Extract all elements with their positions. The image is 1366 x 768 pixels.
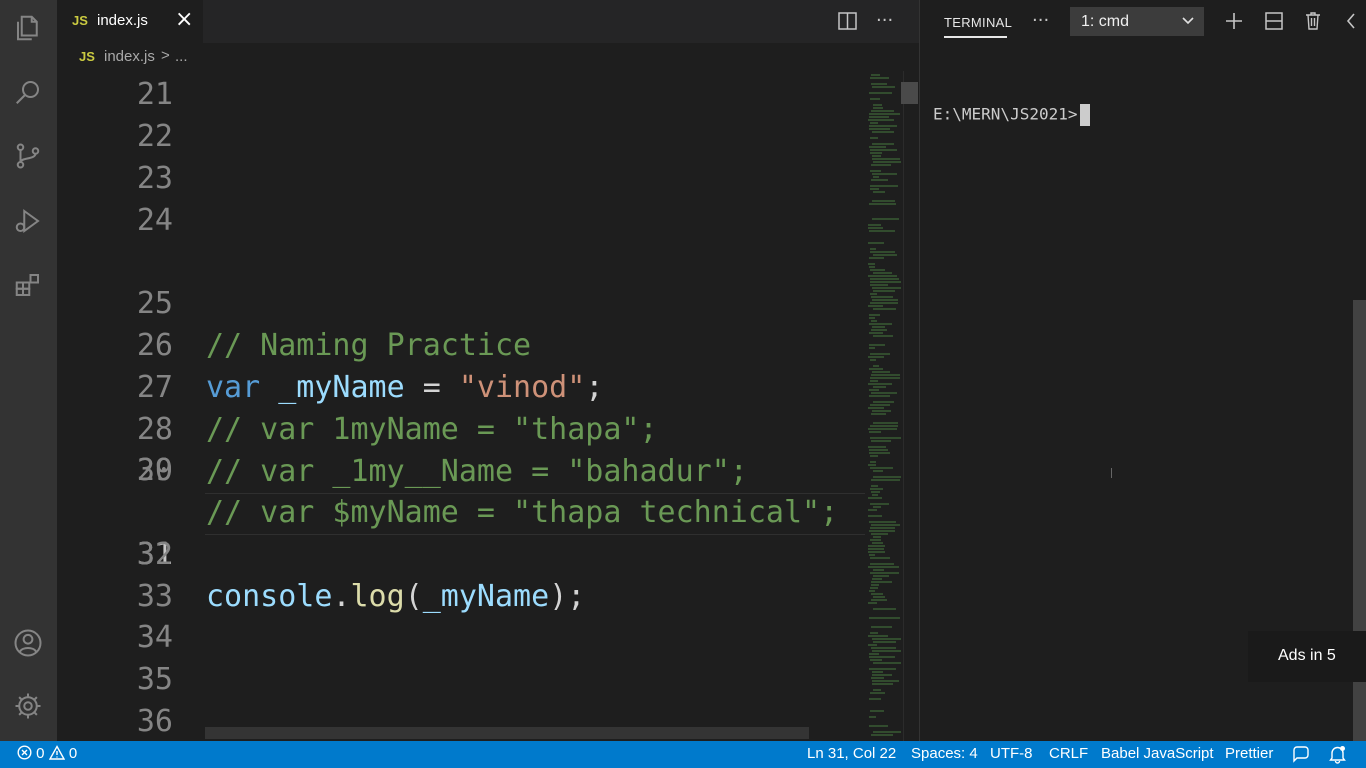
split-terminal-icon[interactable]: [1265, 12, 1283, 30]
code-line: 28 // var _1my__Name = "bahadur";: [57, 367, 865, 489]
ads-countdown: Ads in 5: [1248, 631, 1366, 682]
line-number: 32: [136, 537, 173, 572]
code-line: 32: [57, 534, 865, 576]
breadcrumb-separator: >: [161, 47, 170, 64]
code-line: 21: [57, 74, 865, 116]
breadcrumb: JS index.js > ...: [57, 43, 919, 71]
code-line: 22: [57, 116, 865, 158]
terminal-tab[interactable]: TERMINAL: [944, 15, 1012, 30]
code-line: 24: [57, 200, 865, 242]
line-number: 22: [136, 119, 173, 154]
minimap[interactable]: [865, 71, 903, 741]
breadcrumb-symbol[interactable]: ...: [175, 48, 188, 65]
code-line: 35: [57, 659, 865, 701]
code-line: 25 // Naming Practice: [57, 241, 865, 363]
line-number: 35: [136, 662, 173, 697]
formatter[interactable]: Prettier: [1225, 745, 1273, 762]
run-debug-icon[interactable]: [12, 205, 44, 237]
code-editor[interactable]: 21 22 23 24 25 // Naming Practice 26 var…: [57, 71, 865, 741]
end-of-line[interactable]: CRLF: [1049, 745, 1088, 762]
settings-gear-icon[interactable]: [12, 690, 44, 722]
indentation[interactable]: Spaces: 4: [911, 745, 978, 762]
terminal-select[interactable]: 1: cmd: [1070, 7, 1204, 36]
line-number: 24: [136, 203, 173, 238]
error-icon: [17, 745, 32, 760]
feedback-icon[interactable]: [1292, 746, 1310, 763]
line-number: 21: [136, 77, 173, 112]
source-control-icon[interactable]: [12, 140, 44, 172]
trash-icon[interactable]: [1304, 11, 1322, 30]
minimap-code: [868, 74, 901, 736]
current-line-highlight: [205, 493, 865, 535]
encoding[interactable]: UTF-8: [990, 745, 1033, 762]
line-number: 30: [136, 453, 173, 488]
ads-countdown-label: Ads in 5: [1278, 647, 1336, 664]
extensions-icon[interactable]: [12, 269, 44, 301]
breadcrumb-file[interactable]: index.js: [104, 48, 155, 65]
split-editor-icon[interactable]: [838, 12, 857, 30]
search-icon[interactable]: [12, 76, 44, 108]
terminal-prompt: E:\MERN\JS2021>: [933, 104, 1078, 124]
chevron-down-icon: [1182, 17, 1194, 25]
language-mode[interactable]: Babel JavaScript: [1101, 745, 1214, 762]
minimap-slider[interactable]: [901, 82, 918, 104]
code-line: 26 var _myName = "vinod";: [57, 283, 865, 405]
line-number: 23: [136, 161, 173, 196]
tab-close-icon[interactable]: ×: [175, 7, 193, 32]
accounts-icon[interactable]: [12, 627, 44, 659]
terminal-tab-underline: [944, 36, 1007, 38]
terminal-select-value: 1: cmd: [1081, 13, 1130, 30]
chevron-left-icon[interactable]: [1346, 13, 1356, 29]
explorer-icon[interactable]: [12, 12, 44, 44]
terminal-output[interactable]: E:\MERN\JS2021>: [933, 104, 1090, 126]
editor-horizontal-scrollbar[interactable]: [205, 727, 809, 739]
code-line: 27 // var 1myName = "thapa";: [57, 325, 865, 447]
tab-index-js[interactable]: JS index.js ×: [57, 0, 203, 43]
warning-icon: [48, 745, 65, 760]
activity-bar: [0, 0, 57, 741]
status-bar: 0 0 Ln 31, Col 22 Spaces: 4 UTF-8 CRLF B…: [0, 741, 1366, 768]
code-line: 33: [57, 576, 865, 618]
code-line: 23: [57, 158, 865, 200]
panel-more-icon[interactable]: ···: [1032, 10, 1049, 31]
warning-count: 0: [68, 745, 78, 762]
js-file-icon: JS: [72, 13, 88, 28]
new-terminal-icon[interactable]: [1225, 12, 1243, 30]
notifications-bell-icon[interactable]: [1329, 745, 1346, 764]
mouse-cursor: [1111, 468, 1112, 478]
code-line: 29 // var $myName = "thapa technical";: [57, 408, 865, 530]
error-count: 0: [36, 745, 45, 762]
problems-indicator[interactable]: 0 0: [17, 745, 77, 762]
cursor-position[interactable]: Ln 31, Col 22: [807, 745, 896, 762]
terminal-cursor: [1079, 104, 1090, 126]
code-line: 34: [57, 617, 865, 659]
tab-label: index.js: [97, 12, 148, 29]
code-line: 30: [57, 450, 865, 492]
line-number: 36: [136, 704, 173, 739]
js-file-icon: JS: [79, 49, 95, 64]
editor-vertical-scrollbar[interactable]: [903, 71, 920, 741]
line-number: 33: [136, 579, 173, 614]
line-number: 34: [136, 620, 173, 655]
more-actions-icon[interactable]: ···: [876, 10, 893, 31]
